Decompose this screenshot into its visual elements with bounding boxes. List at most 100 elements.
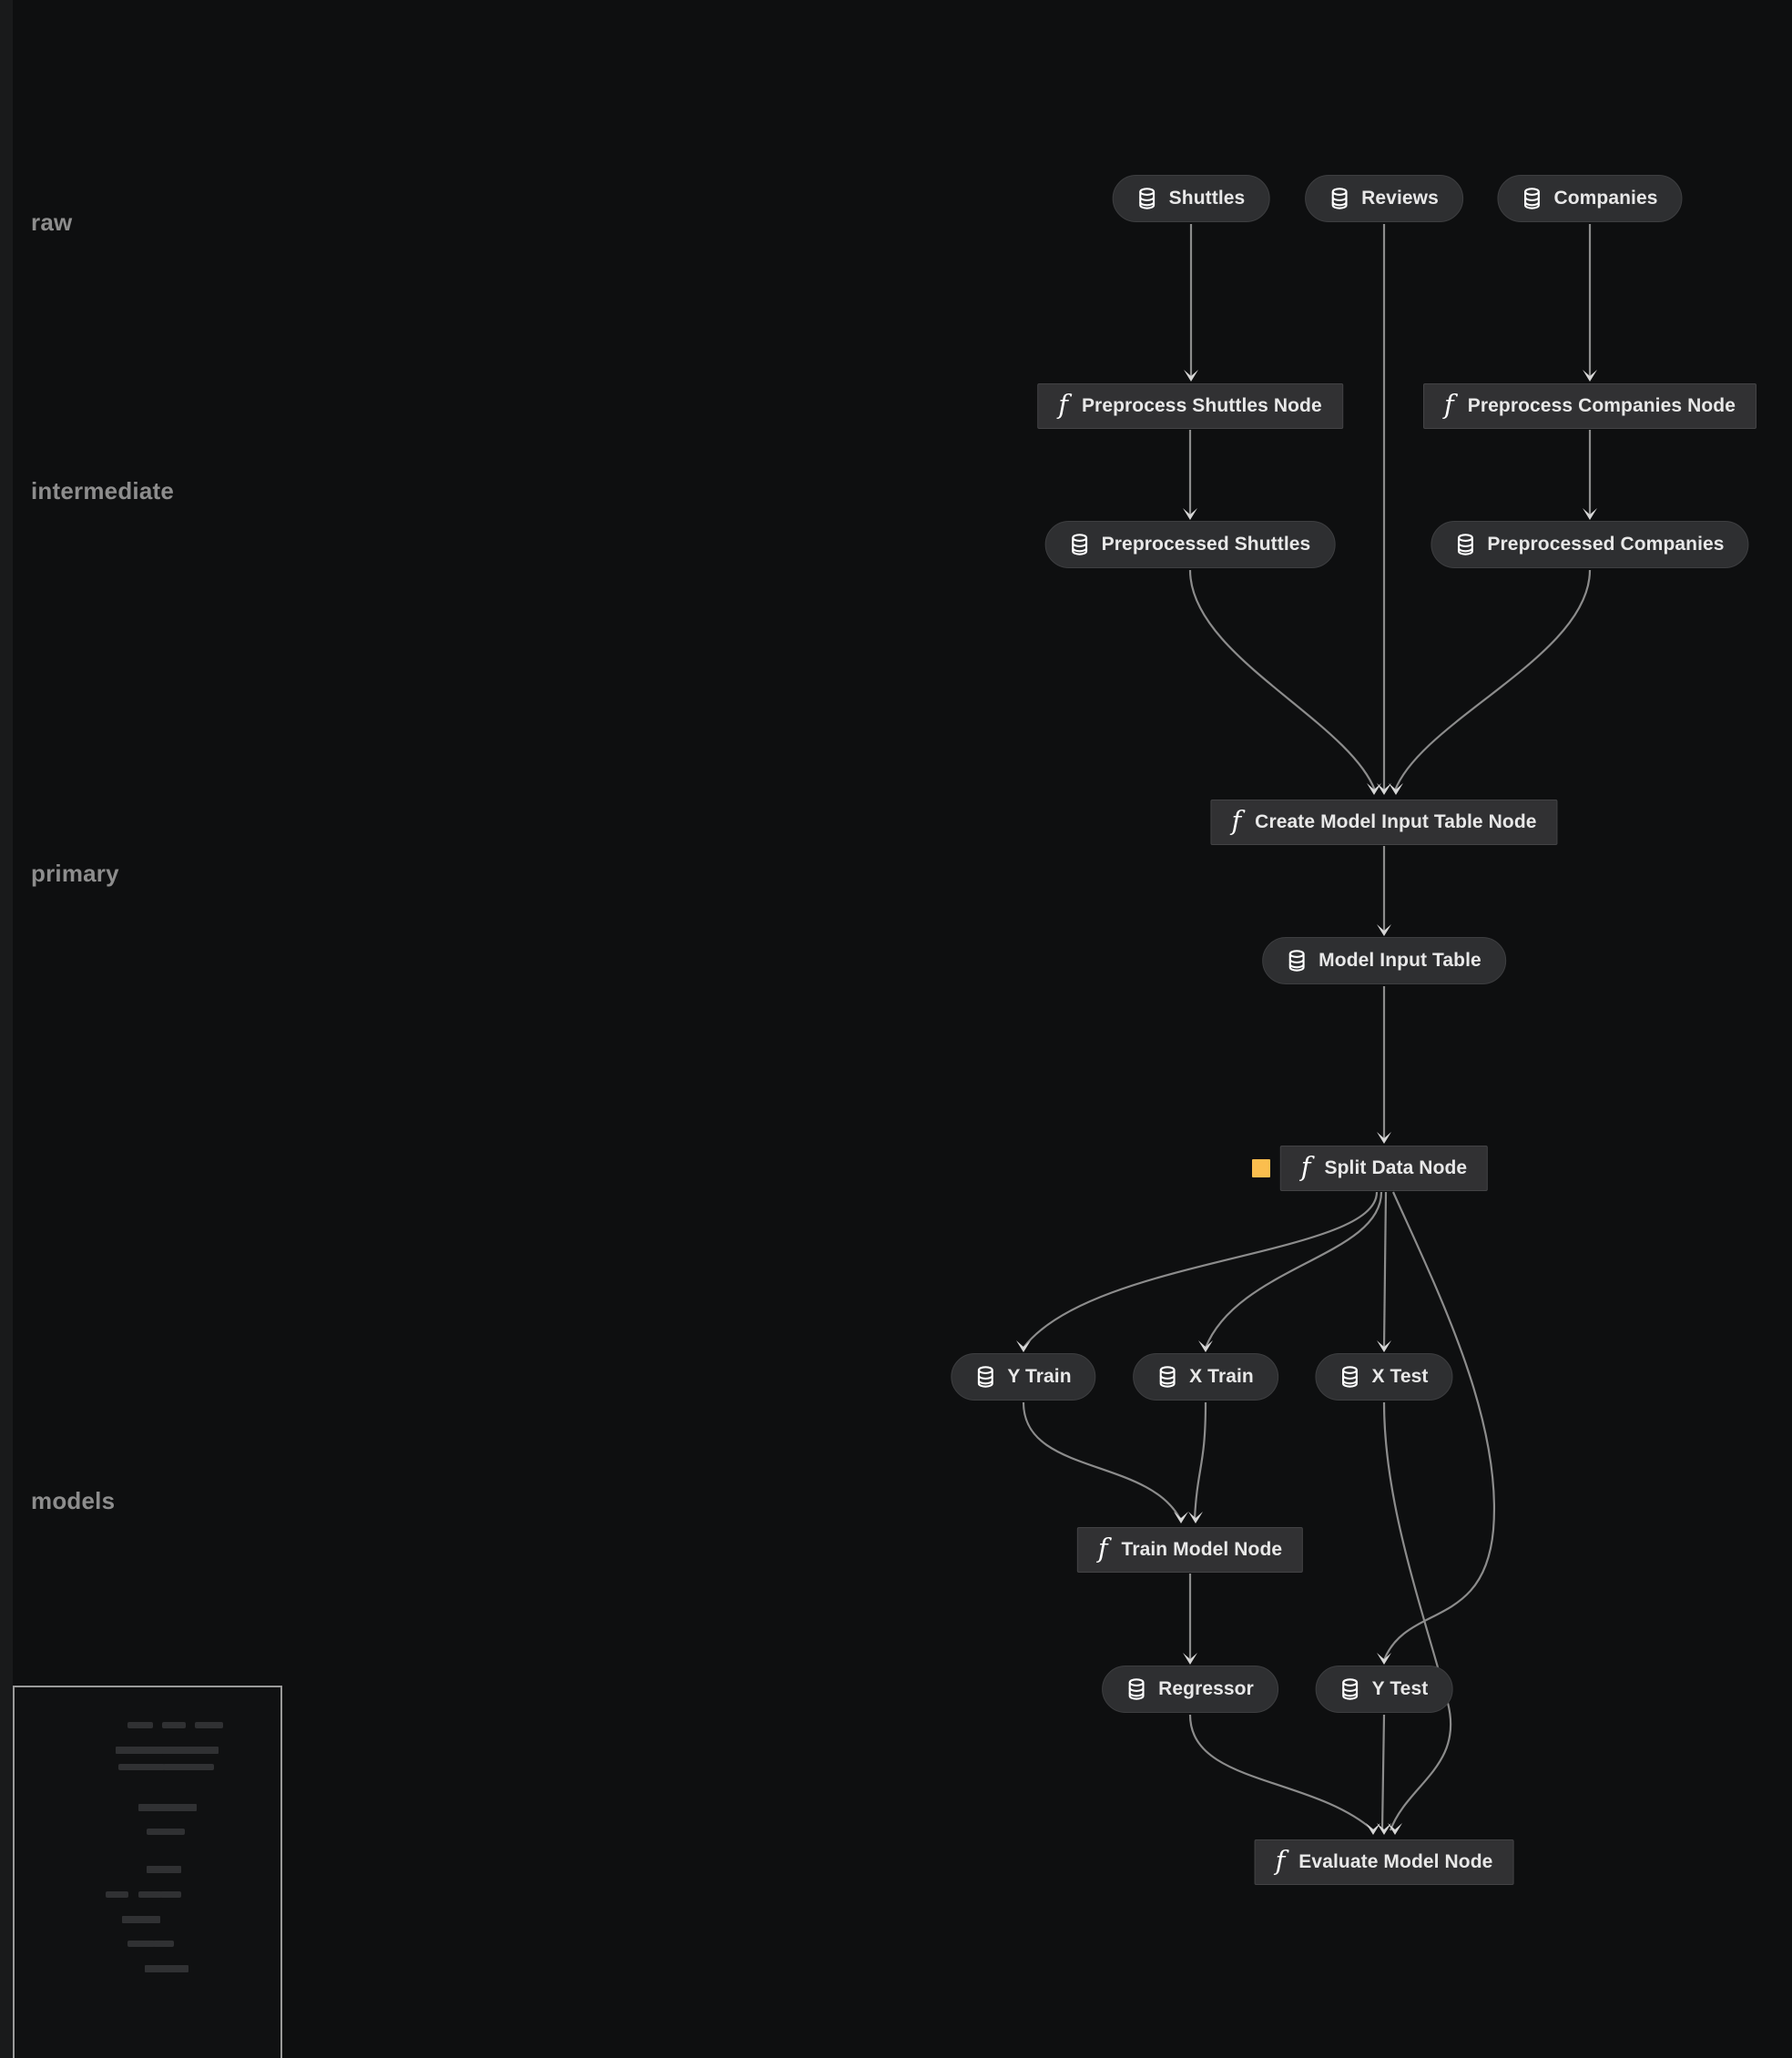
layer-label-intermediate: intermediate — [31, 477, 175, 504]
edge-arrowhead — [1377, 1132, 1391, 1144]
edge-arrowhead — [1198, 1340, 1213, 1352]
minimap-node — [116, 1747, 168, 1754]
node-label: Preprocessed Companies — [1487, 534, 1725, 555]
left-gutter — [0, 0, 13, 2058]
edge-y-train-to-train-model-node — [1022, 1401, 1181, 1520]
node-evaluate-model-node[interactable]: f Evaluate Model Node — [1254, 1839, 1514, 1885]
layer-label-raw: raw — [31, 209, 73, 236]
node-label: Preprocess Companies Node — [1467, 395, 1736, 416]
node-label: Companies — [1553, 188, 1658, 209]
function-icon: f — [1275, 1844, 1286, 1876]
node-label: X Train — [1189, 1366, 1254, 1387]
node-label: Regressor — [1158, 1678, 1254, 1699]
edge-arrowhead — [1377, 783, 1391, 795]
minimap-node — [138, 1804, 197, 1811]
edge-preprocessed-companies-to-create-model-input-table-node — [1393, 569, 1592, 791]
edge-regressor-to-evaluate-model-node — [1188, 1714, 1374, 1831]
edge-arrowhead — [1174, 1512, 1188, 1523]
edge-arrowhead — [1583, 508, 1597, 520]
minimap-node — [162, 1722, 186, 1728]
edge-y-test-to-evaluate-model-node — [1380, 1714, 1386, 1831]
node-reviews[interactable]: Reviews — [1305, 175, 1463, 222]
database-icon — [1329, 188, 1349, 209]
edge-arrowhead — [1366, 1823, 1380, 1835]
minimap-node — [195, 1722, 223, 1728]
database-icon — [1137, 188, 1157, 209]
node-label: Preprocess Shuttles Node — [1081, 395, 1322, 416]
edge-split-data-node-to-x-train — [1204, 1191, 1383, 1349]
edge-arrowhead — [1377, 1653, 1391, 1665]
database-icon — [1126, 1678, 1146, 1700]
node-label: Reviews — [1361, 188, 1439, 209]
node-shuttles[interactable]: Shuttles — [1112, 175, 1270, 222]
layer-label-primary: primary — [31, 860, 119, 887]
node-label: Train Model Node — [1121, 1539, 1283, 1560]
node-label: Split Data Node — [1324, 1157, 1468, 1178]
minimap-node — [147, 1866, 181, 1873]
node-label: Create Model Input Table Node — [1255, 811, 1537, 832]
minimap-node — [127, 1941, 155, 1947]
node-x-test[interactable]: X Test — [1315, 1353, 1453, 1401]
edge-arrowhead — [1388, 1823, 1402, 1835]
node-preprocess-companies-node[interactable]: f Preprocess Companies Node — [1423, 383, 1756, 429]
node-label: Evaluate Model Node — [1298, 1851, 1493, 1872]
database-icon — [1287, 950, 1307, 972]
pipeline-flowchart-canvas[interactable]: raw intermediate primary models Shuttles Rev… — [0, 0, 1792, 2058]
node-companies[interactable]: Companies — [1497, 175, 1683, 222]
node-label: Shuttles — [1168, 188, 1246, 209]
node-split-data-node[interactable]: f Split Data Node — [1279, 1146, 1489, 1191]
database-icon — [1455, 534, 1475, 555]
node-y-test[interactable]: Y Test — [1315, 1666, 1453, 1713]
node-label: Y Train — [1007, 1366, 1072, 1387]
node-label: X Test — [1371, 1366, 1429, 1387]
node-model-input-table[interactable]: Model Input Table — [1262, 937, 1506, 984]
minimap-node — [147, 1829, 185, 1835]
minimap-node — [153, 1941, 174, 1947]
minimap-node — [162, 1747, 219, 1754]
edge-arrowhead — [1183, 1653, 1197, 1665]
edge-split-data-node-to-y-test — [1382, 1191, 1496, 1661]
database-icon — [1522, 188, 1542, 209]
edge-x-test-to-evaluate-model-node — [1382, 1401, 1452, 1831]
node-preprocessed-shuttles[interactable]: Preprocessed Shuttles — [1044, 521, 1336, 568]
node-train-model-node[interactable]: f Train Model Node — [1076, 1527, 1304, 1573]
edge-arrowhead — [1184, 370, 1198, 382]
edge-arrowhead — [1188, 1512, 1203, 1523]
edge-arrowhead — [1377, 924, 1391, 936]
node-preprocessed-companies[interactable]: Preprocessed Companies — [1431, 521, 1749, 568]
edge-arrowhead — [1389, 783, 1403, 795]
pipeline-minimap[interactable] — [13, 1686, 282, 2058]
database-icon — [975, 1366, 995, 1388]
edge-arrowhead — [1377, 1823, 1391, 1835]
edge-split-data-node-to-y-train — [1023, 1191, 1379, 1349]
edge-split-data-node-to-x-test — [1382, 1191, 1388, 1349]
minimap-node — [118, 1764, 165, 1770]
edge-arrowhead — [1183, 508, 1197, 520]
function-icon: f — [1444, 388, 1454, 420]
function-icon: f — [1058, 388, 1068, 420]
edge-arrowhead — [1367, 783, 1381, 795]
edge-arrowhead — [1016, 1340, 1031, 1352]
database-icon — [1340, 1678, 1360, 1700]
minimap-node — [163, 1764, 214, 1770]
edge-preprocessed-shuttles-to-create-model-input-table-node — [1188, 569, 1377, 791]
minimap-node — [106, 1891, 128, 1898]
node-label: Preprocessed Shuttles — [1101, 534, 1311, 555]
minimap-node — [127, 1722, 153, 1728]
database-icon — [1070, 534, 1090, 555]
node-preprocess-shuttles-node[interactable]: f Preprocess Shuttles Node — [1037, 383, 1343, 429]
node-create-model-input-table-node[interactable]: f Create Model Input Table Node — [1210, 800, 1558, 845]
edge-arrowhead — [1377, 1340, 1391, 1352]
node-regressor[interactable]: Regressor — [1102, 1666, 1278, 1713]
edge-arrowhead — [1583, 370, 1597, 382]
function-icon: f — [1300, 1150, 1311, 1182]
node-marker-split-data-node[interactable] — [1252, 1159, 1270, 1177]
minimap-node — [122, 1916, 160, 1923]
layer-label-models: models — [31, 1487, 116, 1514]
minimap-node — [138, 1891, 162, 1898]
edge-x-train-to-train-model-node — [1193, 1401, 1207, 1520]
node-y-train[interactable]: Y Train — [951, 1353, 1096, 1401]
node-label: Y Test — [1371, 1678, 1429, 1699]
node-x-train[interactable]: X Train — [1133, 1353, 1278, 1401]
database-icon — [1339, 1366, 1359, 1388]
